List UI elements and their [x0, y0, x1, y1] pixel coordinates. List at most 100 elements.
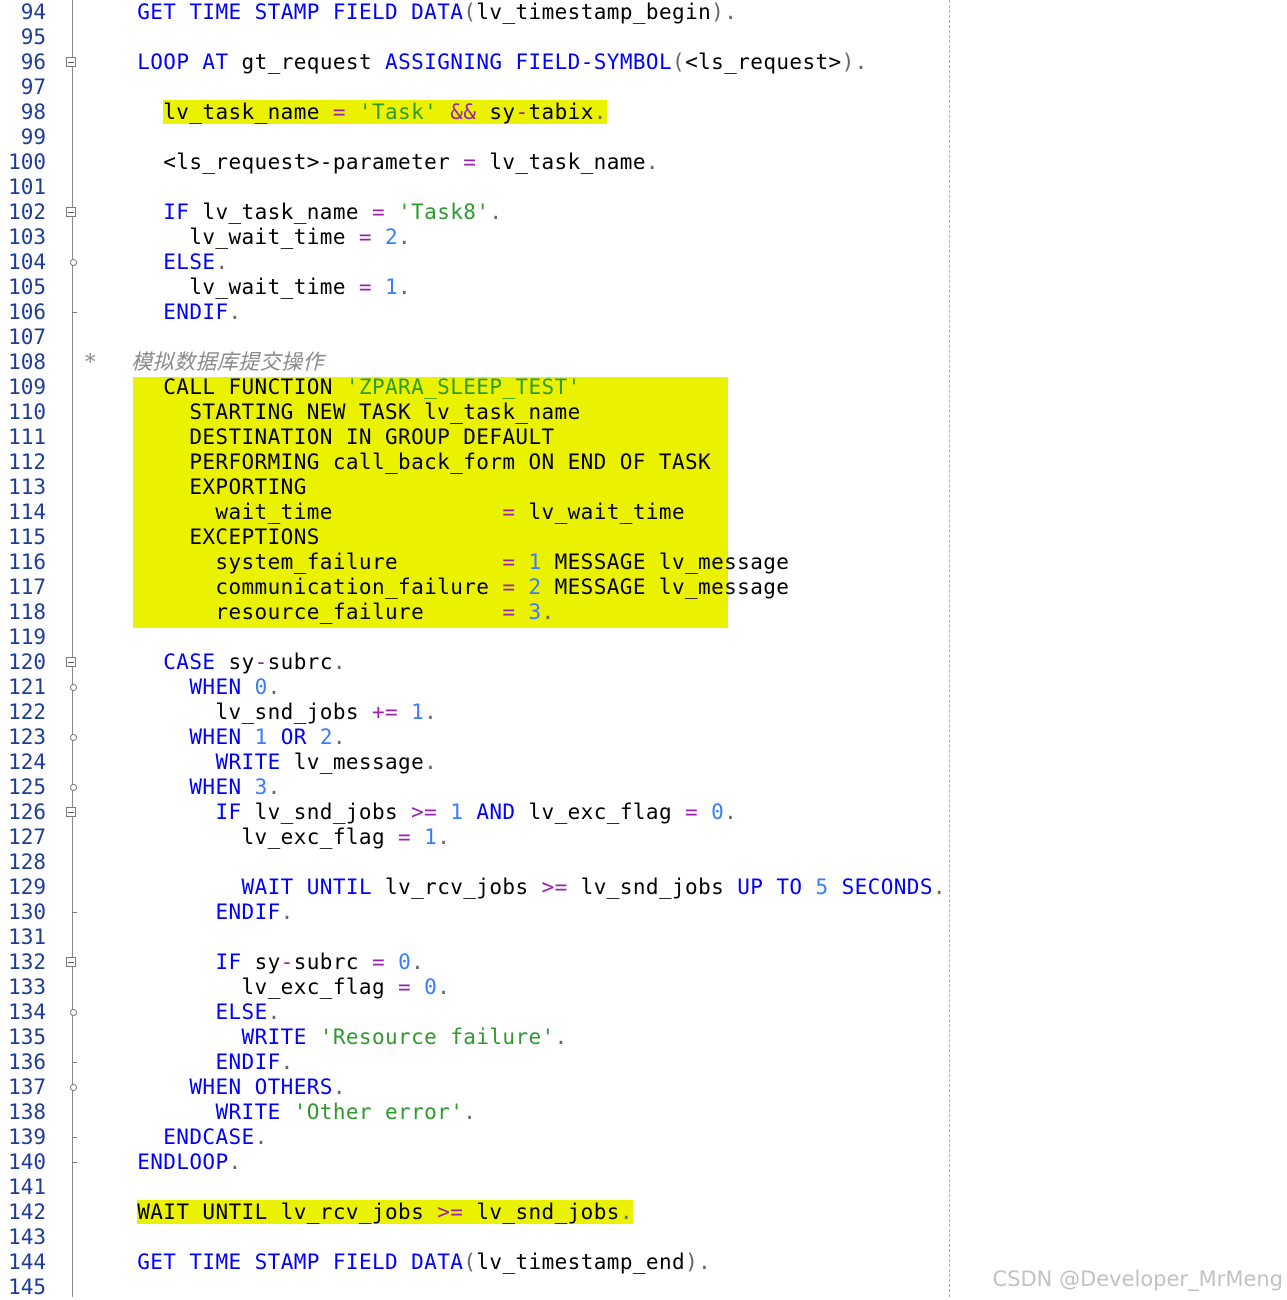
code-line[interactable]: 136 ENDIF. — [0, 1050, 949, 1075]
code-line[interactable]: 124 WRITE lv_message. — [0, 750, 949, 775]
code-text: ELSE. — [215, 1000, 281, 1024]
code-line[interactable]: 134 ELSE. — [0, 1000, 949, 1025]
line-number: 123 — [8, 725, 46, 749]
line-number: 97 — [20, 75, 46, 99]
code-line[interactable]: 108 * 模拟数据库提交操作 — [0, 350, 949, 375]
code-line[interactable]: 94 GET TIME STAMP FIELD DATA(lv_timestam… — [0, 0, 949, 25]
code-text: GET TIME STAMP FIELD DATA(lv_timestamp_b… — [137, 0, 738, 24]
code-text: STARTING NEW TASK lv_task_name — [85, 400, 581, 424]
code-line[interactable]: 114 wait_time = lv_wait_time — [0, 500, 949, 525]
block-end-marker-icon — [72, 312, 77, 313]
fold-toggle-icon[interactable] — [66, 657, 76, 667]
code-text: WHEN 0. — [189, 675, 281, 699]
line-number: 106 — [8, 300, 46, 324]
code-line[interactable]: 145 — [0, 1275, 949, 1300]
code-line[interactable]: 130 ENDIF. — [0, 900, 949, 925]
line-number: 137 — [8, 1075, 46, 1099]
code-text: WAIT UNTIL lv_rcv_jobs >= lv_snd_jobs UP… — [241, 875, 946, 899]
code-text: PERFORMING call_back_form ON END OF TASK — [85, 450, 712, 474]
code-text: lv_task_name = 'Task' && sy-tabix. — [163, 100, 607, 124]
code-line[interactable]: 140 ENDLOOP. — [0, 1150, 949, 1175]
code-line[interactable]: 102 IF lv_task_name = 'Task8'. — [0, 200, 949, 225]
fold-toggle-icon[interactable] — [66, 957, 76, 967]
code-line[interactable]: 97 — [0, 75, 949, 100]
code-text: communication_failure = 2 MESSAGE lv_mes… — [85, 575, 790, 599]
line-number: 136 — [8, 1050, 46, 1074]
code-line[interactable]: 112 PERFORMING call_back_form ON END OF … — [0, 450, 949, 475]
line-number: 124 — [8, 750, 46, 774]
line-number: 129 — [8, 875, 46, 899]
line-number: 145 — [8, 1275, 46, 1299]
code-text: DESTINATION IN GROUP DEFAULT — [85, 425, 555, 449]
branch-marker-icon — [70, 1009, 77, 1016]
code-line[interactable]: 129 WAIT UNTIL lv_rcv_jobs >= lv_snd_job… — [0, 875, 949, 900]
code-line[interactable]: 119 — [0, 625, 949, 650]
code-line[interactable]: 98 lv_task_name = 'Task' && sy-tabix. — [0, 100, 949, 125]
line-number: 113 — [8, 475, 46, 499]
code-line[interactable]: 106 ENDIF. — [0, 300, 949, 325]
code-text: ENDIF. — [163, 300, 242, 324]
code-line[interactable]: 116 system_failure = 1 MESSAGE lv_messag… — [0, 550, 949, 575]
code-line[interactable]: 126 IF lv_snd_jobs >= 1 AND lv_exc_flag … — [0, 800, 949, 825]
line-number: 99 — [20, 125, 46, 149]
code-text: ENDIF. — [215, 1050, 294, 1074]
code-text: EXCEPTIONS — [85, 525, 320, 549]
code-line[interactable]: 143 — [0, 1225, 949, 1250]
line-number: 131 — [8, 925, 46, 949]
code-editor[interactable]: 94 GET TIME STAMP FIELD DATA(lv_timestam… — [0, 0, 1287, 1300]
line-number: 107 — [8, 325, 46, 349]
code-line[interactable]: 110 STARTING NEW TASK lv_task_name — [0, 400, 949, 425]
branch-marker-icon — [70, 259, 77, 266]
code-line[interactable]: 120 CASE sy-subrc. — [0, 650, 949, 675]
code-line[interactable]: 115 EXCEPTIONS — [0, 525, 949, 550]
fold-toggle-icon[interactable] — [66, 57, 76, 67]
code-line[interactable]: 103 lv_wait_time = 2. — [0, 225, 949, 250]
code-line[interactable]: 127 lv_exc_flag = 1. — [0, 825, 949, 850]
fold-toggle-icon[interactable] — [66, 207, 76, 217]
fold-toggle-icon[interactable] — [66, 807, 76, 817]
code-text: * 模拟数据库提交操作 — [85, 350, 324, 374]
code-line[interactable]: 133 lv_exc_flag = 0. — [0, 975, 949, 1000]
code-line[interactable]: 142 WAIT UNTIL lv_rcv_jobs >= lv_snd_job… — [0, 1200, 949, 1225]
code-text: WRITE 'Resource failure'. — [241, 1025, 568, 1049]
code-line[interactable]: 117 communication_failure = 2 MESSAGE lv… — [0, 575, 949, 600]
code-line[interactable]: 99 — [0, 125, 949, 150]
code-line[interactable]: 101 — [0, 175, 949, 200]
code-line[interactable]: 138 WRITE 'Other error'. — [0, 1100, 949, 1125]
line-number: 102 — [8, 200, 46, 224]
code-text: CALL FUNCTION 'ZPARA_SLEEP_TEST' — [85, 375, 581, 399]
line-number: 111 — [8, 425, 46, 449]
code-line[interactable]: 121 WHEN 0. — [0, 675, 949, 700]
line-number: 115 — [8, 525, 46, 549]
code-line[interactable]: 113 EXPORTING — [0, 475, 949, 500]
code-line[interactable]: 128 — [0, 850, 949, 875]
line-number: 117 — [8, 575, 46, 599]
code-line[interactable]: 96 LOOP AT gt_request ASSIGNING FIELD-SY… — [0, 50, 949, 75]
code-line[interactable]: 137 WHEN OTHERS. — [0, 1075, 949, 1100]
code-text: EXPORTING — [85, 475, 307, 499]
code-text: lv_wait_time = 1. — [85, 275, 412, 299]
code-line[interactable]: 132 IF sy-subrc = 0. — [0, 950, 949, 975]
code-line[interactable]: 135 WRITE 'Resource failure'. — [0, 1025, 949, 1050]
code-line[interactable]: 100 <ls_request>-parameter = lv_task_nam… — [0, 150, 949, 175]
code-line[interactable]: 105 lv_wait_time = 1. — [0, 275, 949, 300]
code-line[interactable]: 95 — [0, 25, 949, 50]
line-number: 140 — [8, 1150, 46, 1174]
code-line[interactable]: 109 CALL FUNCTION 'ZPARA_SLEEP_TEST' — [0, 375, 949, 400]
code-line[interactable]: 111 DESTINATION IN GROUP DEFAULT — [0, 425, 949, 450]
code-text: lv_snd_jobs += 1. — [85, 700, 438, 724]
line-number: 141 — [8, 1175, 46, 1199]
code-text: WRITE 'Other error'. — [215, 1100, 477, 1124]
code-line[interactable]: 144 GET TIME STAMP FIELD DATA(lv_timesta… — [0, 1250, 949, 1275]
code-line[interactable]: 107 — [0, 325, 949, 350]
line-number: 119 — [8, 625, 46, 649]
code-line[interactable]: 118 resource_failure = 3. — [0, 600, 949, 625]
code-line[interactable]: 139 ENDCASE. — [0, 1125, 949, 1150]
code-line[interactable]: 131 — [0, 925, 949, 950]
code-line[interactable]: 125 WHEN 3. — [0, 775, 949, 800]
code-line[interactable]: 141 — [0, 1175, 949, 1200]
code-line[interactable]: 122 lv_snd_jobs += 1. — [0, 700, 949, 725]
code-line[interactable]: 104 ELSE. — [0, 250, 949, 275]
line-number: 103 — [8, 225, 46, 249]
code-line[interactable]: 123 WHEN 1 OR 2. — [0, 725, 949, 750]
